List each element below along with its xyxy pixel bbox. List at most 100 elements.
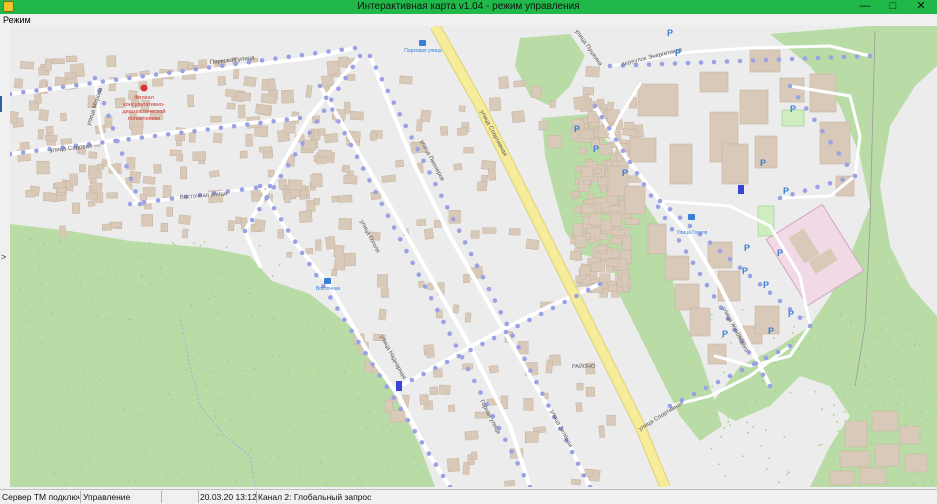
tree-dot [319,447,322,450]
house [448,210,461,224]
node-dot [498,310,504,315]
node-dot [373,189,378,195]
node-dot [405,417,411,423]
node-dot [597,281,603,287]
tree-dot [724,475,726,477]
map-canvas[interactable]: Парковая улица улица Садовая Восточная у… [10,26,937,487]
tree-dot [183,382,185,384]
node-dot [128,176,134,182]
house [378,308,387,321]
tree-dot [887,375,889,378]
tree-dot [814,391,817,393]
house [181,228,189,239]
house [280,89,295,104]
node-dot [592,103,598,109]
node-dot [655,204,661,210]
node-dot [110,126,116,131]
house [180,166,187,180]
tree-dot [865,379,868,381]
tree-dot [914,483,917,486]
house [217,75,227,86]
node-dot [606,126,612,131]
node-dot [807,323,813,329]
tree-dot [72,247,75,250]
node-dot [21,89,26,95]
node-dot [409,135,414,140]
node-dot [257,206,262,212]
tree-dot [345,378,348,381]
tree-dot [357,398,360,400]
tree-dot [292,434,295,437]
tree-dot [788,471,790,474]
tree-dot [251,314,254,317]
node-dot [802,56,808,61]
tree-dot [840,314,842,317]
node-dot [398,237,403,242]
node-dot [299,250,305,256]
house [88,151,98,159]
house [439,125,449,136]
menu-item-mode[interactable]: Режим [3,14,31,26]
house [338,194,353,203]
house [482,227,497,234]
node-dot [867,53,873,59]
node-dot [727,373,733,379]
map-view[interactable]: Парковая улица улица Садовая Восточная у… [10,26,937,487]
house [87,200,96,207]
tree-dot [100,277,103,280]
tree-dot [766,392,769,395]
close-button[interactable]: ✕ [907,0,935,14]
status-channel: Канал 2: Глобальный запрос [258,492,372,502]
tree-dot [329,442,332,445]
house [97,163,105,170]
house [238,104,246,119]
tree-dot [19,288,21,291]
tree-dot [246,354,249,357]
tree-dot [826,383,828,385]
tree-dot [711,385,714,388]
tree-dot [59,240,61,243]
node-dot [428,296,434,301]
house [346,73,356,81]
expand-panel-icon[interactable]: > [1,252,6,262]
tree-dot [250,292,253,295]
node-dot [421,158,426,164]
device-marker-2[interactable] [396,381,402,391]
house [338,217,353,230]
parking-icon: P [788,309,794,319]
node-dot [20,150,26,155]
tree-dot [48,274,51,277]
menu-bar: Режим [0,14,937,26]
node-dot [377,373,382,378]
house [108,83,116,92]
tree-dot [196,452,199,454]
node-dot [314,119,320,124]
device-marker-1[interactable] [738,185,744,194]
tree-dot [51,308,54,311]
node-dot [704,282,710,288]
tree-dot [146,307,148,310]
tree-dot [244,370,247,372]
tree-dot [792,331,794,334]
tree-dot [754,400,757,403]
tree-dot [108,318,111,321]
house [267,169,275,178]
house [598,425,606,438]
house [169,149,182,157]
node-dot [336,119,341,124]
tree-dot [218,272,220,274]
status-bar: Сервер ТМ подключен Управление 20.03.20 … [0,489,937,504]
maximize-button[interactable]: □ [879,0,907,14]
node-dot [841,54,847,60]
node-dot [354,154,360,160]
tree-dot [323,328,326,331]
node-dot [249,217,255,223]
node-dot [343,75,348,81]
node-dot [422,284,428,289]
tree-dot [51,388,54,391]
tree-dot [718,463,720,466]
node-dot [74,82,79,88]
status-empty [162,491,199,503]
node-dot [245,122,250,127]
minimize-button[interactable]: — [851,0,879,14]
